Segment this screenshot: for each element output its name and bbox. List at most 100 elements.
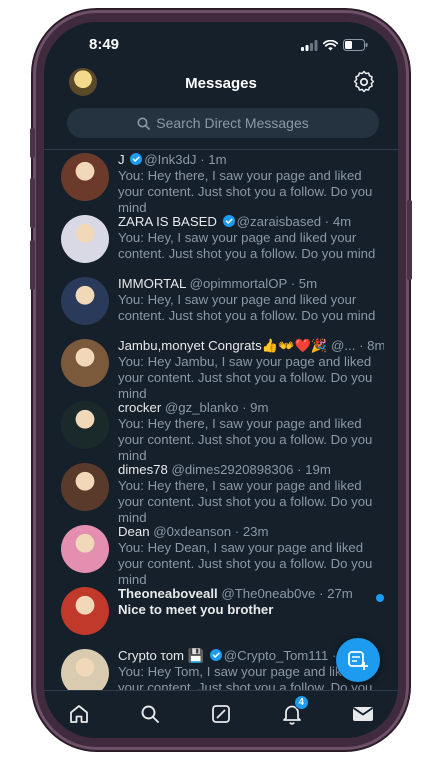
avatar[interactable]	[61, 215, 109, 263]
search-icon	[137, 117, 151, 130]
wifi-icon	[323, 39, 338, 50]
status-icons	[301, 39, 368, 51]
message-preview: You: Hey Dean, I saw your page and liked…	[118, 540, 373, 587]
conversation-item[interactable]: crocker @gz_blanko · 9m You: Hey there, I…	[44, 398, 398, 463]
power-button	[407, 200, 412, 280]
message-time: · 4m	[324, 214, 352, 229]
mute-switch	[30, 128, 35, 158]
new-message-button[interactable]	[336, 638, 380, 682]
message-time: · 27m	[319, 586, 353, 601]
sender-name: ZARA IS BASED	[118, 214, 217, 229]
tab-home[interactable]	[66, 701, 92, 727]
sender-name: Theoneaboveall	[118, 586, 218, 601]
sender-name: Crypto τom 💾	[118, 648, 205, 663]
message-time: · 19m	[297, 462, 331, 477]
conversation-item[interactable]: J @Ink3dJ · 1m You: Hey there, I saw your…	[44, 150, 398, 215]
conversation-text: ZARA IS BASED @zaraisbased · 4m You: Hey,…	[118, 214, 384, 262]
page-title: Messages	[185, 75, 257, 92]
sender-handle: @...	[331, 338, 356, 353]
home-icon	[70, 705, 89, 723]
sender-name: Dean	[118, 524, 150, 539]
verified-badge-icon	[209, 649, 222, 661]
sender-name: crocker	[118, 400, 162, 415]
conversation-item[interactable]: Jambu,monyet Congrats👍👐❤️🎉 @... · 8m You:…	[44, 336, 398, 401]
message-preview: You: Hey there, I saw your page and like…	[118, 168, 373, 215]
sender-handle: @opimmortalOP	[189, 276, 288, 291]
avatar[interactable]	[61, 463, 109, 511]
volume-down-button	[30, 240, 35, 290]
conversation-text: Theoneaboveall @The0neab0ve · 27m Nice to…	[118, 586, 384, 618]
conversation-item[interactable]: IMMORTAL @opimmortalOP · 5m You: Hey, I s…	[44, 274, 398, 336]
sender-handle: @0xdeanson	[153, 524, 232, 539]
message-preview: You: Hey, I saw your page and liked your…	[118, 230, 376, 261]
conversation-item[interactable]: ZARA IS BASED @zaraisbased · 4m You: Hey,…	[44, 212, 398, 274]
conversation-header: Theoneaboveall @The0neab0ve · 27m	[118, 586, 384, 602]
verified-badge-icon	[130, 153, 143, 165]
search-icon	[141, 705, 160, 723]
conversation-item[interactable]: Theoneaboveall @The0neab0ve · 27m Nice to…	[44, 584, 398, 646]
sender-name: dimes78	[118, 462, 168, 477]
volume-up-button	[30, 178, 35, 228]
avatar[interactable]	[61, 277, 109, 325]
tab-notifications[interactable]: 4	[279, 695, 309, 727]
avatar[interactable]	[61, 153, 109, 201]
avatar[interactable]	[61, 587, 109, 635]
message-time: · 1m	[200, 152, 227, 167]
conversation-header: crocker @gz_blanko · 9m	[118, 400, 384, 416]
message-time: · 9m	[242, 400, 269, 415]
bottom-tab-bar: 4	[44, 690, 398, 738]
conversation-item[interactable]: Dean @0xdeanson · 23m You: Hey Dean, I sa…	[44, 522, 398, 587]
search-placeholder: Search Direct Messages	[156, 115, 309, 131]
conversation-header: ZARA IS BASED @zaraisbased · 4m	[118, 214, 384, 230]
conversation-header: J @Ink3dJ · 1m	[118, 152, 384, 168]
sender-name: IMMORTAL	[118, 276, 186, 291]
compose-message-icon	[348, 651, 368, 670]
sender-handle: @gz_blanko	[164, 400, 239, 415]
sender-handle: @Ink3dJ	[144, 152, 197, 167]
status-time: 8:49	[89, 36, 120, 53]
tab-search[interactable]	[137, 701, 163, 727]
search-input[interactable]: Search Direct Messages	[67, 108, 379, 138]
sender-handle: @zaraisbased	[236, 214, 322, 229]
compose-icon	[212, 705, 230, 723]
message-time: · 5m	[290, 276, 318, 291]
conversation-item[interactable]: dimes78 @dimes2920898306 · 19m You: Hey t…	[44, 460, 398, 525]
settings-gear-icon[interactable]	[352, 70, 376, 94]
notifications-badge: 4	[293, 695, 309, 710]
sender-handle: @The0neab0ve	[221, 586, 316, 601]
envelope-icon	[352, 707, 373, 721]
signal-icon	[301, 39, 318, 51]
avatar[interactable]	[61, 525, 109, 573]
conversation-text: IMMORTAL @opimmortalOP · 5m You: Hey, I s…	[118, 276, 384, 324]
status-bar: 8:49	[44, 22, 398, 68]
conversation-header: Jambu,monyet Congrats👍👐❤️🎉 @... · 8m	[118, 338, 384, 354]
verified-badge-icon	[222, 215, 235, 227]
app-screen: 8:49 Messages Search Direct Messages J @…	[44, 22, 398, 738]
sender-handle: @Crypto_Tom111	[223, 648, 329, 663]
message-preview: You: Hey, I saw your page and liked your…	[118, 292, 376, 323]
conversation-header: dimes78 @dimes2920898306 · 19m	[118, 462, 384, 478]
conversation-text: dimes78 @dimes2920898306 · 19m You: Hey t…	[118, 462, 384, 526]
header: Messages	[44, 68, 398, 108]
message-time: · 23m	[234, 524, 269, 539]
avatar[interactable]	[61, 401, 109, 449]
tab-messages[interactable]	[350, 701, 376, 727]
conversation-header: IMMORTAL @opimmortalOP · 5m	[118, 276, 384, 292]
sender-name: Jambu,monyet Congrats👍👐❤️🎉	[118, 338, 328, 353]
avatar[interactable]	[61, 339, 109, 387]
conversation-text: crocker @gz_blanko · 9m You: Hey there, I…	[118, 400, 384, 464]
sender-name: J	[118, 152, 125, 167]
message-preview: You: Hey there, I saw your page and like…	[118, 478, 373, 525]
battery-icon	[343, 39, 368, 51]
message-time: · 8m	[359, 338, 384, 353]
sender-handle: @dimes2920898306	[171, 462, 294, 477]
tab-compose[interactable]	[208, 701, 234, 727]
conversation-text: J @Ink3dJ · 1m You: Hey there, I saw your…	[118, 152, 384, 216]
message-preview: You: Hey there, I saw your page and like…	[118, 416, 373, 463]
conversation-text: Jambu,monyet Congrats👍👐❤️🎉 @... · 8m You:…	[118, 338, 384, 402]
message-preview: You: Hey Jambu, I saw your page and like…	[118, 354, 373, 401]
message-preview: Nice to meet you brother	[118, 602, 274, 617]
unread-indicator	[376, 594, 384, 602]
conversation-header: Dean @0xdeanson · 23m	[118, 524, 384, 540]
conversation-text: Dean @0xdeanson · 23m You: Hey Dean, I sa…	[118, 524, 384, 588]
